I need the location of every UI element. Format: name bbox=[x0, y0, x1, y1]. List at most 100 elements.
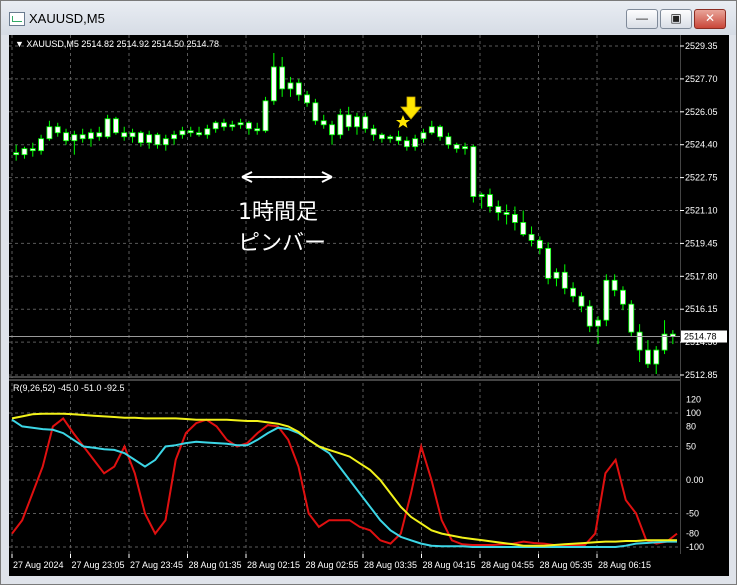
price-tick-label: 2519.45 bbox=[685, 238, 718, 248]
close-button[interactable]: ✕ bbox=[694, 9, 726, 29]
candle-body bbox=[312, 102, 319, 122]
candle-body bbox=[379, 134, 385, 140]
candle-body bbox=[512, 214, 518, 223]
annotation-text-2: ピンバー bbox=[238, 231, 326, 256]
candle-body bbox=[362, 116, 369, 130]
indicator-header: R(9,26,52) -45.0 -51.0 -92.5 bbox=[13, 383, 125, 393]
price-tick-label: 2522.75 bbox=[685, 173, 718, 183]
candle-body bbox=[137, 132, 144, 144]
indicator-tick-label: -80 bbox=[686, 529, 699, 539]
chart-area[interactable]: ▼ XAUUSD,M5 2514.82 2514.92 2514.50 2514… bbox=[9, 35, 680, 554]
minimize-button[interactable]: — bbox=[626, 9, 658, 29]
candle-body bbox=[162, 138, 169, 146]
signal-arrow-icon bbox=[400, 96, 422, 120]
candle-body bbox=[420, 132, 427, 140]
candle-body bbox=[453, 144, 460, 150]
candle-body bbox=[154, 134, 161, 146]
time-axis[interactable]: 27 Aug 2024 27 Aug 23:05 27 Aug 23:45 28 Au… bbox=[9, 554, 729, 576]
candle-body bbox=[254, 128, 261, 132]
candle-body bbox=[279, 66, 286, 90]
time-tick-label: 28 Aug 05:35 bbox=[540, 560, 593, 570]
candle-body bbox=[428, 126, 435, 134]
candle-body bbox=[262, 100, 269, 132]
candle-body bbox=[520, 222, 527, 235]
candle-body bbox=[495, 206, 502, 213]
candle-body bbox=[603, 279, 610, 321]
time-tick-label: 27 Aug 2024 bbox=[13, 560, 64, 570]
price-axis-canvas: 2529.35 2527.70 2526.05 2524.40 2522.75 2521.… bbox=[680, 35, 727, 554]
candle-body bbox=[462, 146, 468, 150]
indicator-cyan-line bbox=[11, 418, 677, 548]
candle-body bbox=[403, 140, 410, 148]
candle-body bbox=[470, 146, 477, 197]
time-tick-label: 27 Aug 23:05 bbox=[72, 560, 125, 570]
candle-body bbox=[71, 134, 78, 142]
price-tick-label: 2527.70 bbox=[685, 74, 718, 84]
indicator-tick-label: 100 bbox=[686, 408, 701, 418]
candle-body bbox=[304, 94, 310, 104]
candle-body bbox=[79, 134, 86, 140]
window-title: XAUUSD,M5 bbox=[29, 11, 105, 26]
indicator-tick-label: 0.00 bbox=[686, 475, 704, 485]
maximize-button[interactable]: ▣ bbox=[660, 9, 692, 29]
candle-body bbox=[88, 132, 94, 140]
candle-body bbox=[337, 114, 344, 136]
time-tick-label: 28 Aug 04:15 bbox=[423, 560, 476, 570]
candle-body bbox=[196, 132, 202, 136]
time-tick-label: 28 Aug 01:35 bbox=[189, 560, 242, 570]
candle-body bbox=[270, 66, 277, 102]
time-tick-label: 28 Aug 03:35 bbox=[364, 560, 417, 570]
candle-body bbox=[54, 126, 61, 134]
time-axis-canvas: 27 Aug 2024 27 Aug 23:05 27 Aug 23:45 28 Au… bbox=[11, 554, 651, 570]
chart-canvas[interactable]: ▼ XAUUSD,M5 2514.82 2514.92 2514.50 2514… bbox=[9, 35, 680, 554]
signal-star-icon bbox=[396, 115, 410, 128]
candle-body bbox=[212, 122, 219, 130]
candle-body bbox=[96, 132, 103, 138]
title-bar[interactable]: XAUUSD,M5 — ▣ ✕ bbox=[1, 1, 736, 35]
price-tick-label: 2521.10 bbox=[685, 206, 718, 216]
candle-body bbox=[628, 303, 635, 333]
price-tick-label: 2524.40 bbox=[685, 140, 718, 150]
candle-body bbox=[570, 287, 576, 297]
candle-body bbox=[295, 82, 302, 96]
candle-body bbox=[645, 349, 651, 365]
candle-body bbox=[287, 82, 294, 90]
price-tick-label: 2512.85 bbox=[685, 370, 718, 380]
candle-body bbox=[387, 136, 394, 140]
candle-body bbox=[29, 148, 36, 152]
candle-body bbox=[370, 128, 377, 136]
annotation-text-1: 1時間足 bbox=[238, 200, 318, 225]
candle-body bbox=[329, 124, 335, 136]
time-tick-label: 28 Aug 06:15 bbox=[598, 560, 651, 570]
time-tick-label: 28 Aug 02:15 bbox=[247, 560, 300, 570]
candle-body bbox=[611, 279, 618, 291]
indicator-red-line bbox=[11, 416, 678, 546]
candle-body bbox=[63, 132, 69, 142]
time-tick-label: 28 Aug 02:55 bbox=[306, 560, 359, 570]
candle-body bbox=[478, 194, 485, 197]
candle-body bbox=[146, 134, 153, 144]
candle-body bbox=[187, 130, 194, 134]
candle-body bbox=[21, 148, 28, 156]
candle-body bbox=[354, 116, 360, 128]
chart-window: XAUUSD,M5 — ▣ ✕ ▼ XAUUSD,M5 2514.82 2514… bbox=[0, 0, 737, 585]
candle-body bbox=[38, 138, 44, 152]
candle-body bbox=[528, 234, 535, 241]
candle-body bbox=[13, 152, 20, 156]
indicator-tick-label: 50 bbox=[686, 442, 696, 452]
price-header: ▼ XAUUSD,M5 2514.82 2514.92 2514.50 2514… bbox=[15, 39, 219, 49]
candle-body bbox=[412, 138, 419, 148]
price-tick-label: 2516.15 bbox=[685, 304, 718, 314]
candle-body bbox=[636, 331, 643, 351]
candle-body bbox=[345, 114, 352, 128]
candle-body bbox=[246, 122, 252, 130]
candle-body bbox=[653, 349, 660, 365]
candle-body bbox=[229, 124, 236, 128]
candle-body bbox=[104, 118, 111, 138]
candle-body bbox=[553, 271, 560, 279]
candle-body bbox=[487, 194, 493, 207]
candle-body bbox=[545, 247, 552, 279]
price-axis[interactable]: 2529.35 2527.70 2526.05 2524.40 2522.75 2521.… bbox=[680, 35, 729, 554]
candle-body bbox=[46, 126, 53, 140]
candle-body bbox=[437, 126, 443, 138]
